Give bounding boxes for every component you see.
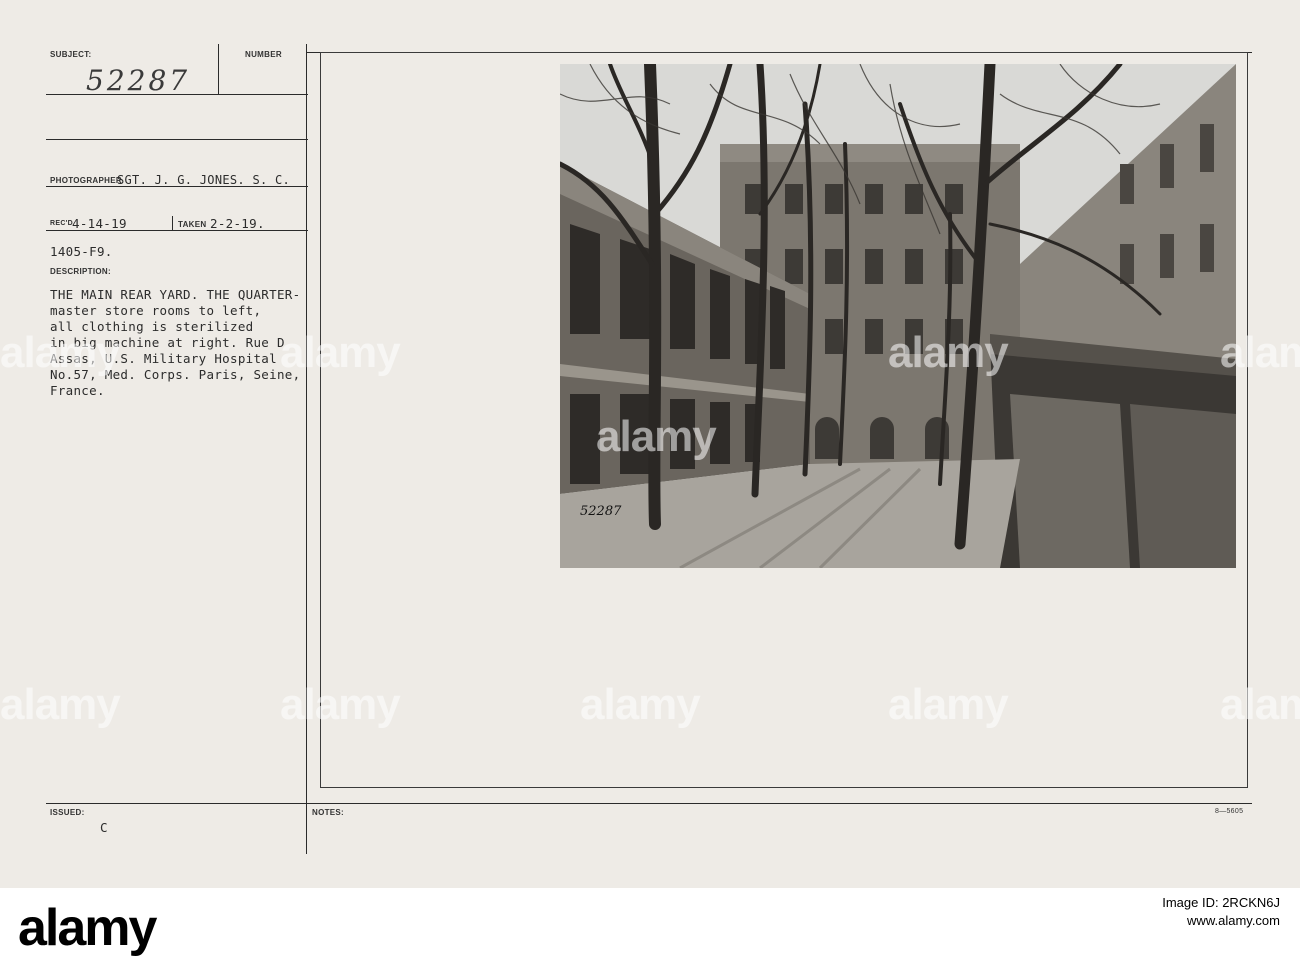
photographer-label: PHOTOGRAPHER [50,176,122,185]
courtyard-photograph: 52287 [560,64,1236,568]
photo-negative-number: 52287 [580,504,622,519]
horizontal-rule-bottom [46,803,1252,804]
subject-label: SUBJECT: [50,50,92,59]
recd-date: 4-14-19 [72,216,127,231]
taken-date: 2-2-19. [210,216,265,231]
description-line: THE MAIN REAR YARD. THE QUARTER- [50,287,301,302]
vertical-rule-main [306,44,307,854]
watermark: alamy [280,680,401,729]
watermark: alamy [280,328,401,377]
vertical-rule-notes [306,804,307,854]
form-code: 8—5605 [1215,808,1244,815]
file-code: 1405-F9. [50,244,113,259]
number-label: NUMBER [245,50,282,59]
watermark: alamy [888,680,1009,729]
brand-logo: alamy [18,899,157,957]
vertical-rule-number [218,44,219,94]
vertical-rule-taken [172,216,173,231]
photographer-value: SGT. J. G. JONES. S. C. [117,173,291,187]
image-id: Image ID: 2RCKN6J [1162,895,1280,910]
watermark: alamy [0,328,121,377]
image-id-block: Image ID: 2RCKN6J www.alamy.com [1162,894,1280,930]
subject-number: 52287 [86,64,191,97]
watermark: alamy [596,412,717,461]
stock-footer-bar: alamy Image ID: 2RCKN6J www.alamy.com [0,888,1300,977]
recd-label: REC'D [50,220,73,227]
notes-label: NOTES: [312,808,345,817]
watermark: alamy [0,680,121,729]
horizontal-rule-top [46,139,308,140]
horizontal-rule-subject [46,94,308,95]
description-line: master store rooms to left, [50,303,262,318]
watermark: alamy [1220,680,1300,729]
watermark: alamy [1220,328,1300,377]
archive-record-card: SUBJECT: NUMBER 52287 PHOTOGRAPHER SGT. … [0,0,1300,888]
photograph-drawing [560,64,1236,568]
site-url: www.alamy.com [1187,913,1280,928]
description-line: France. [50,383,105,398]
taken-label: TAKEN [178,220,207,229]
description-label: DESCRIPTION: [50,267,111,276]
watermark: alamy [888,328,1009,377]
watermark: alamy [580,680,701,729]
issued-value: C [100,820,108,835]
issued-label: ISSUED: [50,808,85,817]
